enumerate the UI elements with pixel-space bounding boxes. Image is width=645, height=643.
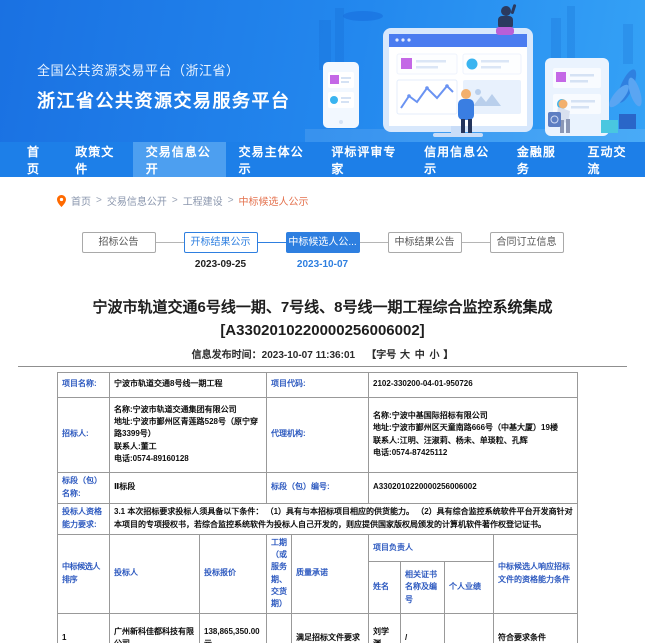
candidate-bidder: 广州新科佳都科技有限公司 <box>110 613 200 643</box>
header-rank: 中标候选人排序 <box>58 534 110 613</box>
table-row: 投标人资格能力要求: 3.1 本次招标要求投标人须具备以下条件： （1）具有与本… <box>58 503 578 534</box>
table-row: 招标人: 名称:宁波市轨道交通集团有限公司 地址:宁波市鄞州区青莲路528号（原… <box>58 397 578 472</box>
agency-name: 名称:宁波中基国际招标有限公司 <box>373 410 573 422</box>
candidate-row: 1 广州新科佳都科技有限公司 138,865,350.00元 满足招标文件要求 … <box>58 613 578 643</box>
nav-item-policy-docs[interactable]: 政策文件 <box>62 142 133 177</box>
header-quality: 质量承诺 <box>292 534 369 613</box>
header-manager-achievement: 个人业绩 <box>445 562 494 614</box>
header-project-manager: 项目负责人 <box>369 534 494 562</box>
agency-address: 地址:宁波市鄞州区天童南路666号（中基大厦）19楼 <box>373 422 573 434</box>
step-tender-announcement[interactable]: 招标公告 <box>82 232 156 253</box>
announcement-table: 项目名称: 宁波市轨道交通8号线一期工程 项目代码: 2102-330200-0… <box>57 372 578 643</box>
nav-item-interaction[interactable]: 互动交流 <box>574 142 645 177</box>
tenderee-value: 名称:宁波市轨道交通集团有限公司 地址:宁波市鄞州区青莲路528号（原宁穿路33… <box>110 397 267 472</box>
breadcrumb-trade-info[interactable]: 交易信息公开 <box>107 193 167 208</box>
publish-info: 信息发布时间：2023-10-07 11:36:01 【字号 大 中 小 】 <box>0 346 645 361</box>
tenderee-label: 招标人: <box>58 397 110 472</box>
location-pin-icon <box>57 195 66 207</box>
qualification-label: 投标人资格能力要求: <box>58 503 110 534</box>
candidate-price: 138,865,350.00元 <box>200 613 267 643</box>
page-title: 宁波市轨道交通6号线一期、7号线、8号线一期工程综合监控系统集成 [A33020… <box>0 296 645 343</box>
candidate-duration <box>267 613 292 643</box>
header-manager-name: 姓名 <box>369 562 401 614</box>
agency-phone: 电话:0574-87425112 <box>373 447 573 459</box>
nav-item-credit-info[interactable]: 信用信息公示 <box>411 142 504 177</box>
publish-time: 信息发布时间：2023-10-07 11:36:01 <box>192 350 355 361</box>
section-code-value: A3302010220000256006002 <box>369 472 578 503</box>
qualification-value: 3.1 本次招标要求投标人须具备以下条件： （1）具有与本招标项目相应的供货能力… <box>110 503 578 534</box>
nav-item-trade-info[interactable]: 交易信息公开 <box>133 142 226 177</box>
candidate-manager-name: 刘学渊 <box>369 613 401 643</box>
step-connector-active <box>258 242 286 243</box>
font-size-prefix: 【字号 <box>366 350 396 361</box>
title-divider <box>18 366 627 367</box>
site-name-provincial: 浙江省公共资源交易服务平台 <box>37 87 291 113</box>
breadcrumb-separator: > <box>228 195 234 206</box>
section-name-label: 标段（包）名称: <box>58 472 110 503</box>
step-candidate-publicity[interactable]: 中标候选人公... <box>286 232 360 253</box>
main-nav: 首页 政策文件 交易信息公开 交易主体公示 评标评审专家 信用信息公示 金融服务… <box>0 142 645 177</box>
site-name-national: 全国公共资源交易平台（浙江省） <box>37 60 291 79</box>
project-code-value: 2102-330200-04-01-950726 <box>369 372 578 397</box>
step-contract-info[interactable]: 合同订立信息 <box>490 232 564 253</box>
header-duration: 工期（或服务期、交货期） <box>267 534 292 613</box>
breadcrumb-home[interactable]: 首页 <box>71 193 91 208</box>
breadcrumb: 首页 > 交易信息公开 > 工程建设 > 中标候选人公示 <box>0 177 645 208</box>
breadcrumb-separator: > <box>96 195 102 206</box>
project-name-value: 宁波市轨道交通8号线一期工程 <box>110 372 267 397</box>
site-banner: 全国公共资源交易平台（浙江省） 浙江省公共资源交易服务平台 <box>0 0 645 142</box>
header-manager-cert: 相关证书名称及编号 <box>401 562 445 614</box>
page-title-line1: 宁波市轨道交通6号线一期、7号线、8号线一期工程综合监控系统集成 <box>0 296 645 319</box>
agency-label: 代理机构: <box>267 397 369 472</box>
section-name-value: Ⅱ标段 <box>110 472 267 503</box>
tenderee-contact: 联系人:董工 <box>114 441 262 453</box>
nav-item-home[interactable]: 首页 <box>14 142 62 177</box>
breadcrumb-separator: > <box>172 195 178 206</box>
nav-item-trade-subjects[interactable]: 交易主体公示 <box>226 142 319 177</box>
candidate-quality: 满足招标文件要求 <box>292 613 369 643</box>
tenderee-name: 名称:宁波市轨道交通集团有限公司 <box>114 404 262 416</box>
step-award-result[interactable]: 中标结果公告 <box>388 232 462 253</box>
step-connector <box>462 242 490 243</box>
page-title-line2: [A3302010220000256006002] <box>0 319 645 342</box>
table-row: 项目名称: 宁波市轨道交通8号线一期工程 项目代码: 2102-330200-0… <box>58 372 578 397</box>
step-date-candidate: 2023-10-07 <box>286 259 360 270</box>
section-code-label: 标段（包）编号: <box>267 472 369 503</box>
candidate-rank: 1 <box>58 613 110 643</box>
font-size-large-button[interactable]: 大 <box>400 350 410 361</box>
font-size-medium-button[interactable]: 中 <box>415 350 425 361</box>
font-size-suffix: 】 <box>443 350 453 361</box>
step-date-bid-opening: 2023-09-25 <box>184 259 258 270</box>
table-row: 标段（包）名称: Ⅱ标段 标段（包）编号: A33020102200002560… <box>58 472 578 503</box>
project-code-label: 项目代码: <box>267 372 369 397</box>
table-header-row: 中标候选人排序 投标人 投标报价 工期（或服务期、交货期） 质量承诺 项目负责人… <box>58 534 578 562</box>
breadcrumb-engineering[interactable]: 工程建设 <box>183 193 223 208</box>
font-size-small-button[interactable]: 小 <box>430 350 440 361</box>
step-connector <box>360 242 388 243</box>
step-connector <box>156 242 184 243</box>
dashboard-illustration-icon <box>305 0 645 142</box>
tenderee-address: 地址:宁波市鄞州区青莲路528号（原宁穿路3399号） <box>114 416 262 441</box>
header-response: 中标候选人响应招标文件的资格能力条件 <box>494 534 578 613</box>
tenderee-phone: 电话:0574-89160128 <box>114 453 262 465</box>
agency-value: 名称:宁波中基国际招标有限公司 地址:宁波市鄞州区天童南路666号（中基大厦）1… <box>369 397 578 472</box>
step-bid-opening-result[interactable]: 开标结果公示 <box>184 232 258 253</box>
header-price: 投标报价 <box>200 534 267 613</box>
nav-item-evaluation-experts[interactable]: 评标评审专家 <box>318 142 411 177</box>
candidate-response: 符合要求条件 <box>494 613 578 643</box>
candidate-manager-cert: / <box>401 613 445 643</box>
candidate-manager-achievement <box>445 613 494 643</box>
header-bidder: 投标人 <box>110 534 200 613</box>
breadcrumb-candidate-publicity[interactable]: 中标候选人公示 <box>239 193 309 208</box>
process-steps: 招标公告 开标结果公示 2023-09-25 中标候选人公... 2023-10… <box>0 232 645 278</box>
nav-item-financial-services[interactable]: 金融服务 <box>504 142 575 177</box>
project-name-label: 项目名称: <box>58 372 110 397</box>
agency-contact: 联系人:江明、汪淑莉、杨未、单琰粒、孔辉 <box>373 435 573 447</box>
